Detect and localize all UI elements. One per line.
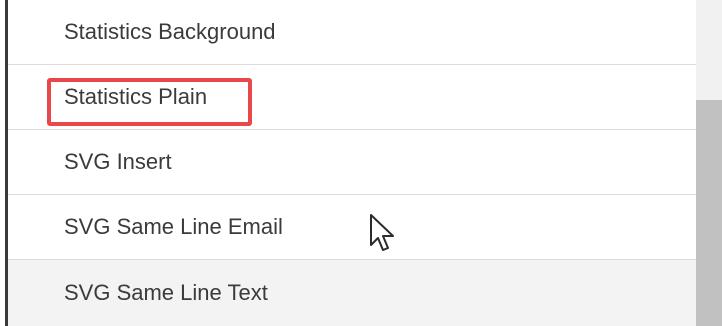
list-item-statistics-plain[interactable]: Statistics Plain [8, 65, 696, 130]
list-item-label: Statistics Plain [64, 84, 208, 109]
list-item-label: Statistics Background [64, 19, 276, 44]
list-item-svg-same-line-text[interactable]: SVG Same Line Text [8, 260, 696, 326]
list-item-svg-insert[interactable]: SVG Insert [8, 130, 696, 195]
list-item-label: SVG Same Line Email [64, 214, 283, 239]
list-item-statistics-background[interactable]: Statistics Background [8, 0, 696, 65]
mouse-pointer-icon [370, 214, 394, 251]
scrollbar-thumb[interactable] [696, 100, 722, 326]
template-list: Statistics Background Statistics Plain S… [8, 0, 696, 326]
list-item-label: SVG Same Line Text [64, 280, 268, 305]
template-list-panel: Statistics Background Statistics Plain S… [0, 0, 722, 326]
list-item-label: SVG Insert [64, 149, 172, 174]
list-item-svg-same-line-email[interactable]: SVG Same Line Email [8, 195, 696, 260]
